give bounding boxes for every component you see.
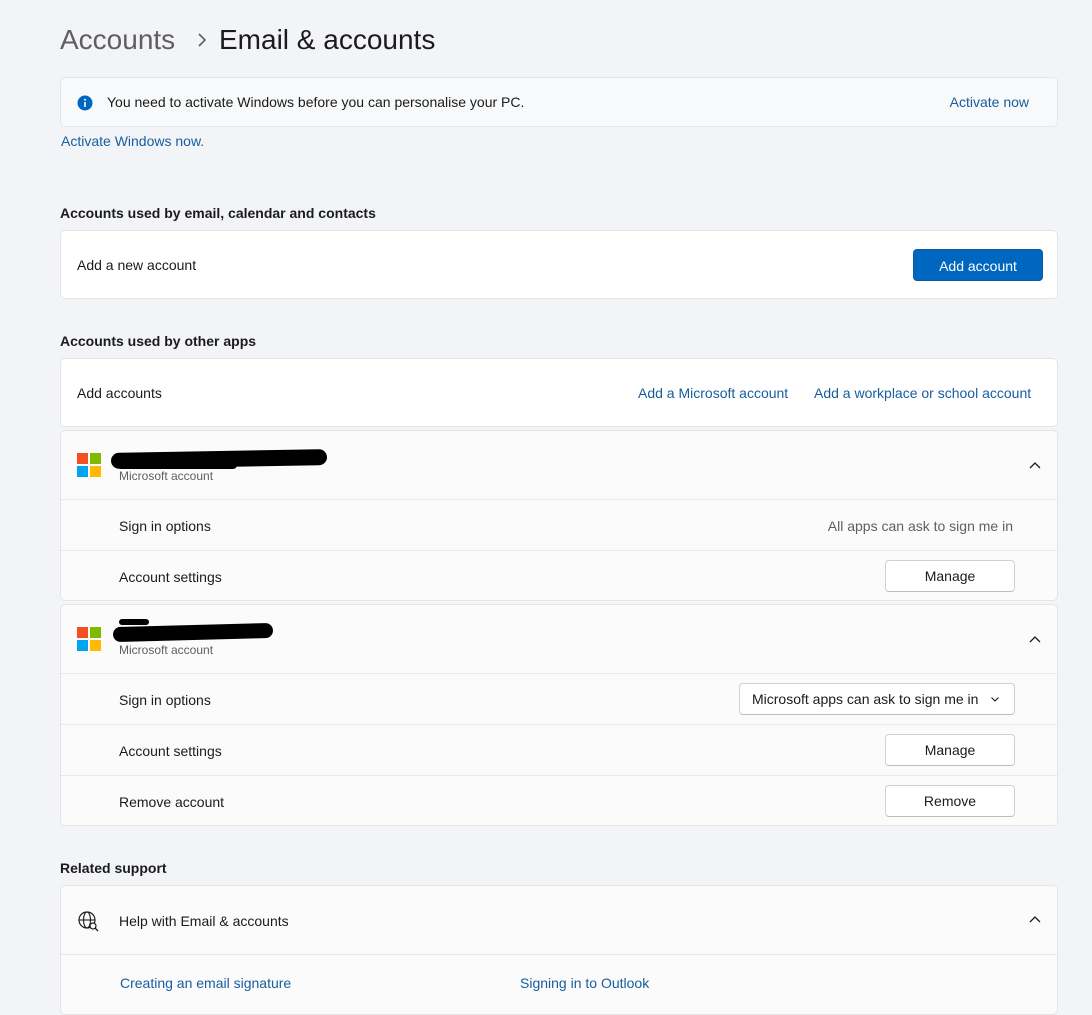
sign-in-options-value: All apps can ask to sign me in bbox=[827, 518, 1013, 534]
account-settings-label: Account settings bbox=[119, 569, 222, 585]
activate-now-link[interactable]: Activate now bbox=[950, 94, 1029, 110]
info-icon bbox=[77, 95, 93, 111]
add-account-button[interactable]: Add account bbox=[913, 249, 1043, 281]
add-accounts-row: Add accounts Add a Microsoft account Add… bbox=[60, 358, 1058, 427]
dropdown-selected-value: Microsoft apps can ask to sign me in bbox=[752, 691, 979, 707]
help-link-signing-in-outlook[interactable]: Signing in to Outlook bbox=[520, 975, 649, 991]
manage-button[interactable]: Manage bbox=[885, 734, 1015, 766]
sign-in-options-label: Sign in options bbox=[119, 518, 211, 534]
add-accounts-label: Add accounts bbox=[77, 385, 162, 401]
sign-in-options-dropdown[interactable]: Microsoft apps can ask to sign me in bbox=[739, 683, 1015, 715]
help-card: Help with Email & accounts Creating an e… bbox=[60, 885, 1058, 1015]
section-title-email: Accounts used by email, calendar and con… bbox=[60, 205, 376, 221]
chevron-up-icon[interactable] bbox=[1028, 913, 1042, 927]
chevron-up-icon[interactable] bbox=[1028, 459, 1042, 473]
add-new-account-row: Add a new account Add account bbox=[60, 230, 1058, 299]
globe-search-icon bbox=[78, 911, 99, 932]
manage-button[interactable]: Manage bbox=[885, 560, 1015, 592]
microsoft-logo-icon bbox=[77, 627, 101, 651]
remove-account-label: Remove account bbox=[119, 794, 225, 810]
page-title: Email & accounts bbox=[219, 24, 436, 55]
chevron-up-icon[interactable] bbox=[1028, 633, 1042, 647]
help-link-email-signature[interactable]: Creating an email signature bbox=[120, 975, 291, 991]
breadcrumb-parent[interactable]: Accounts bbox=[60, 24, 175, 56]
account-card-1: Microsoft account Sign in options All ap… bbox=[60, 430, 1058, 601]
sign-in-options-label: Sign in options bbox=[119, 692, 211, 708]
account-type-label: Microsoft account bbox=[119, 469, 214, 483]
remove-button[interactable]: Remove bbox=[885, 785, 1015, 817]
activation-banner: You need to activate Windows before you … bbox=[60, 77, 1058, 127]
microsoft-logo-icon bbox=[77, 453, 101, 477]
add-microsoft-account-link[interactable]: Add a Microsoft account bbox=[638, 385, 788, 401]
activation-message: You need to activate Windows before you … bbox=[107, 94, 525, 110]
help-label: Help with Email & accounts bbox=[119, 913, 289, 929]
section-title-other-apps: Accounts used by other apps bbox=[60, 333, 257, 349]
add-work-school-account-link[interactable]: Add a workplace or school account bbox=[814, 385, 1031, 401]
redacted-name-stroke bbox=[117, 461, 237, 469]
account-settings-label: Account settings bbox=[119, 743, 222, 759]
chevron-right-icon bbox=[198, 33, 207, 47]
add-new-account-label: Add a new account bbox=[77, 257, 197, 273]
redacted-name-stroke bbox=[119, 619, 149, 625]
account-type-label: Microsoft account bbox=[119, 643, 214, 657]
activate-windows-link[interactable]: Activate Windows now. bbox=[61, 133, 204, 149]
account-card-2: Microsoft account Sign in options Micros… bbox=[60, 604, 1058, 826]
chevron-down-icon bbox=[991, 697, 999, 702]
redacted-name bbox=[112, 622, 274, 643]
section-title-related-support: Related support bbox=[60, 860, 167, 876]
